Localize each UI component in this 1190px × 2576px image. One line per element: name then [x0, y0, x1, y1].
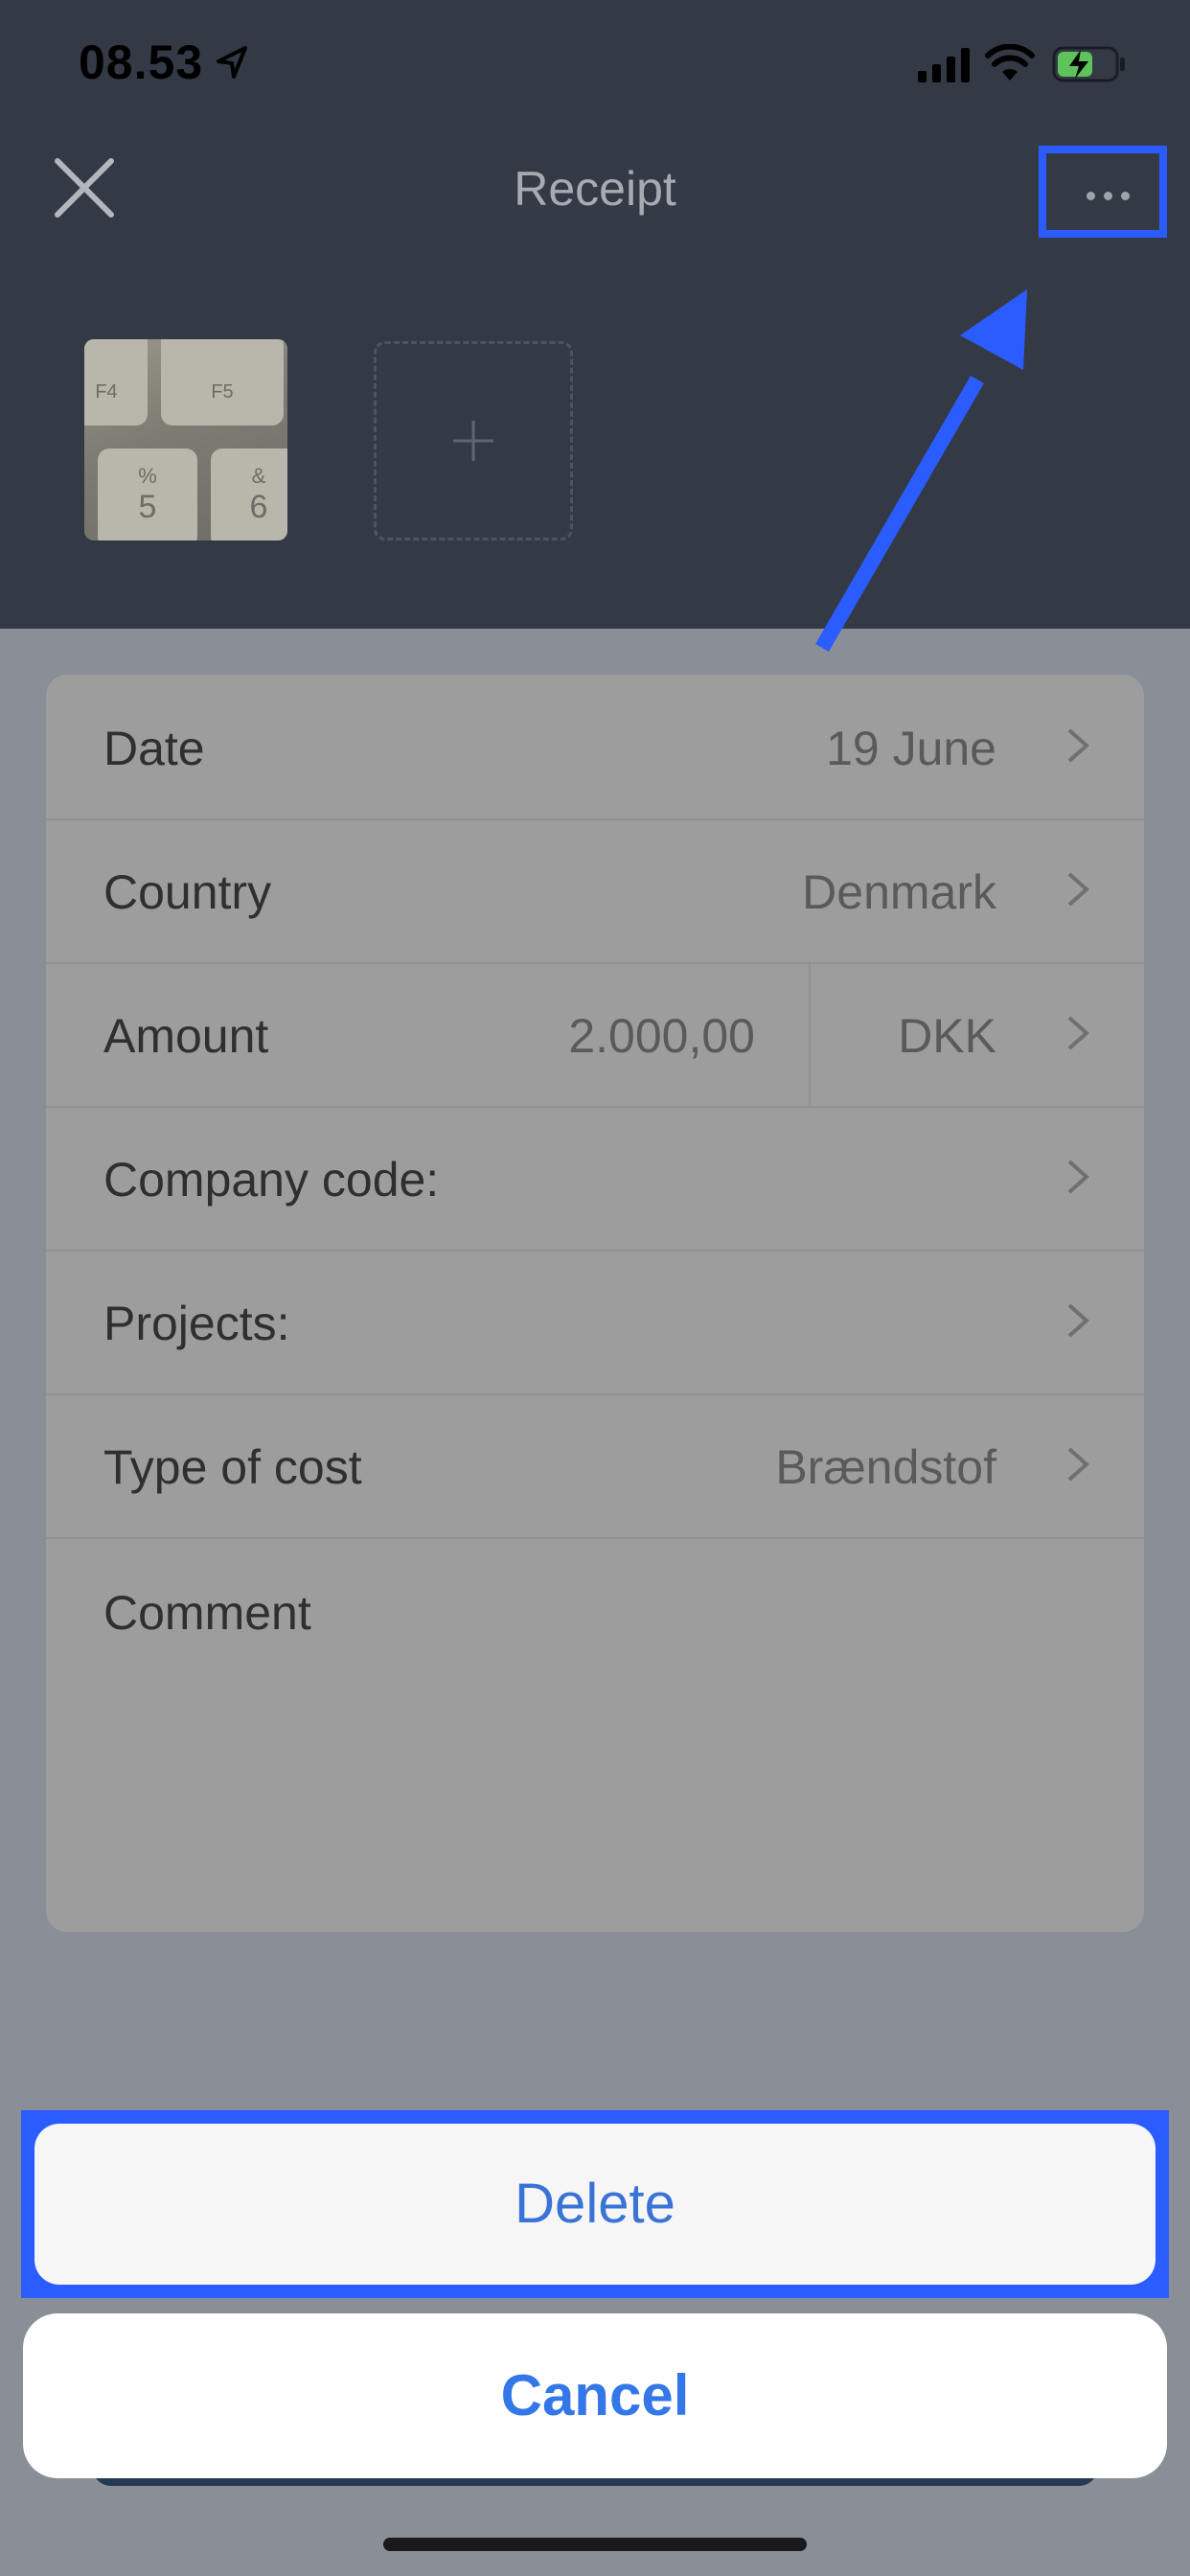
- projects-row[interactable]: Projects:: [46, 1250, 1144, 1395]
- amount-label: Amount: [103, 1009, 269, 1063]
- country-label: Country: [103, 865, 272, 919]
- photo-key: % 5: [98, 448, 197, 540]
- delete-button[interactable]: Delete: [34, 2124, 1156, 2285]
- date-value: 19 June: [826, 722, 996, 775]
- cancel-button[interactable]: Cancel: [23, 2313, 1167, 2478]
- status-time: 08.53: [79, 35, 204, 89]
- page-title: Receipt: [514, 162, 676, 216]
- country-value: Denmark: [802, 865, 996, 919]
- battery-icon: [1052, 46, 1125, 82]
- country-row[interactable]: Country Denmark: [46, 818, 1144, 964]
- type-of-cost-label: Type of cost: [103, 1440, 362, 1494]
- date-label: Date: [103, 722, 205, 775]
- company-code-label: Company code:: [103, 1153, 440, 1207]
- chevron-right-icon: [1067, 1160, 1090, 1194]
- amount-row: Amount 2.000,00 DKK: [46, 962, 1144, 1108]
- home-indicator: [383, 2538, 807, 2551]
- currency-selector[interactable]: DKK: [898, 1008, 996, 1064]
- date-row[interactable]: Date 19 June: [46, 675, 1144, 820]
- photo-key: & 6: [211, 448, 287, 540]
- comment-field[interactable]: Comment: [103, 1585, 311, 1641]
- receipt-form: Date 19 June Country Denmark Amount 2.00…: [46, 675, 1144, 1932]
- chevron-right-icon: [1067, 872, 1090, 907]
- amount-divider: [809, 962, 811, 1106]
- receipt-photo-thumbnail[interactable]: F4 F5 % 5 & 6: [84, 339, 287, 540]
- type-of-cost-value: Brændstof: [775, 1440, 996, 1494]
- photo-key: F5: [161, 339, 284, 426]
- chevron-right-icon: [1067, 1447, 1090, 1482]
- type-of-cost-row[interactable]: Type of cost Brændstof: [46, 1393, 1144, 1539]
- more-options-button[interactable]: [1039, 146, 1167, 238]
- projects-label: Projects:: [103, 1297, 290, 1350]
- chevron-right-icon: [1067, 728, 1090, 763]
- company-code-row[interactable]: Company code:: [46, 1106, 1144, 1252]
- photo-key: F4: [84, 339, 148, 426]
- plus-icon: [453, 421, 493, 461]
- amount-input[interactable]: 2.000,00: [568, 1008, 755, 1064]
- wifi-icon: [985, 44, 1035, 80]
- chevron-right-icon: [1067, 1016, 1090, 1050]
- add-photo-button[interactable]: [374, 341, 573, 540]
- chevron-right-icon: [1067, 1303, 1090, 1338]
- signal-icon: [918, 48, 970, 82]
- location-arrow-icon: [217, 46, 247, 79]
